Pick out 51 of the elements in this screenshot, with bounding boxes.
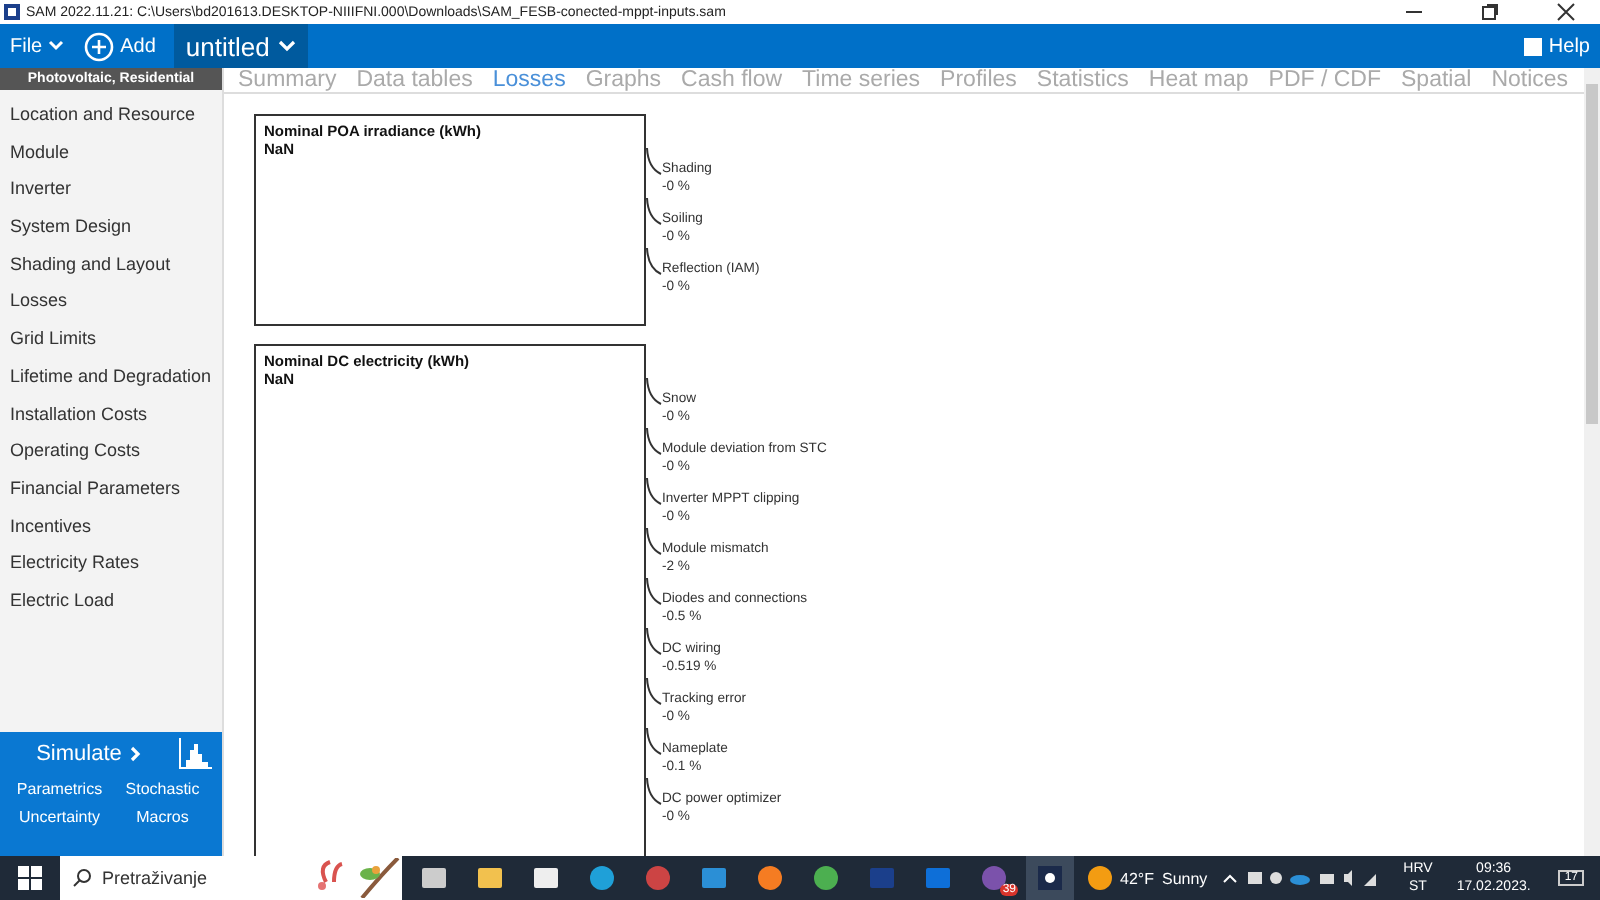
square-icon [1524,37,1543,55]
sidebar-item[interactable]: Location and Resource [0,96,222,134]
app-icon [420,864,448,892]
taskbar-app[interactable] [1026,856,1074,900]
add-button[interactable]: Add [74,31,166,61]
case-tab[interactable]: untitled [173,24,308,68]
sidebar-item[interactable]: Losses [0,282,222,321]
app-icon [812,864,840,892]
simulation-link[interactable]: Stochastic [111,780,214,798]
sidebar-item[interactable]: Operating Costs [0,432,222,470]
simulation-link[interactable]: Uncertainty [8,808,111,826]
app-icon [756,864,784,892]
simulation-link[interactable]: Macros [111,808,214,826]
simulate-button[interactable]: Simulate [36,742,142,766]
weather-condition: Sunny [1161,869,1208,887]
sidebar-item[interactable]: Grid Limits [0,320,222,358]
app-icon [588,864,616,892]
search-field[interactable]: Pretraživanje [60,856,402,900]
maximize-icon[interactable] [1480,2,1500,22]
sidebar-item[interactable]: Electricity Rates [0,544,222,582]
chevron-right-icon [129,746,142,762]
chevron-down-icon [277,40,296,52]
sidebar-item[interactable]: Lifetime and Degradation [0,357,222,395]
simulation-link[interactable]: Parametrics [8,780,111,798]
app-icon [1036,864,1064,892]
chevron-down-icon [48,40,65,52]
sun-icon [1088,866,1112,890]
sidebar-item[interactable]: Incentives [0,507,222,545]
histogram-icon[interactable] [177,738,214,770]
app-icon [868,864,896,892]
app-icon [644,864,672,892]
close-icon[interactable] [1556,2,1576,22]
plus-circle-icon [84,31,115,61]
file-menu-button[interactable]: File [0,35,75,57]
sidebar-item[interactable]: Installation Costs [0,395,222,433]
sidebar-item[interactable]: Electric Load [0,581,222,620]
scrollbar[interactable] [1584,68,1600,856]
weather-temperature: 42°F [1120,869,1154,887]
sidebar-item[interactable]: Module [0,133,222,171]
sidebar-item[interactable]: Inverter [0,170,222,209]
tray-icons-drawing[interactable] [1219,868,1380,888]
sidebar-item[interactable]: System Design [0,208,222,246]
sidebar-item[interactable]: Shading and Layout [0,245,222,283]
help-button[interactable]: Help [1514,35,1600,57]
app-icon [476,864,504,892]
app-icon [532,864,560,892]
sidebar-item[interactable]: Financial Parameters [0,469,222,508]
app-icon [700,864,728,892]
search-icon [72,868,92,888]
start-icon[interactable] [18,866,42,890]
app-icon [924,864,952,892]
